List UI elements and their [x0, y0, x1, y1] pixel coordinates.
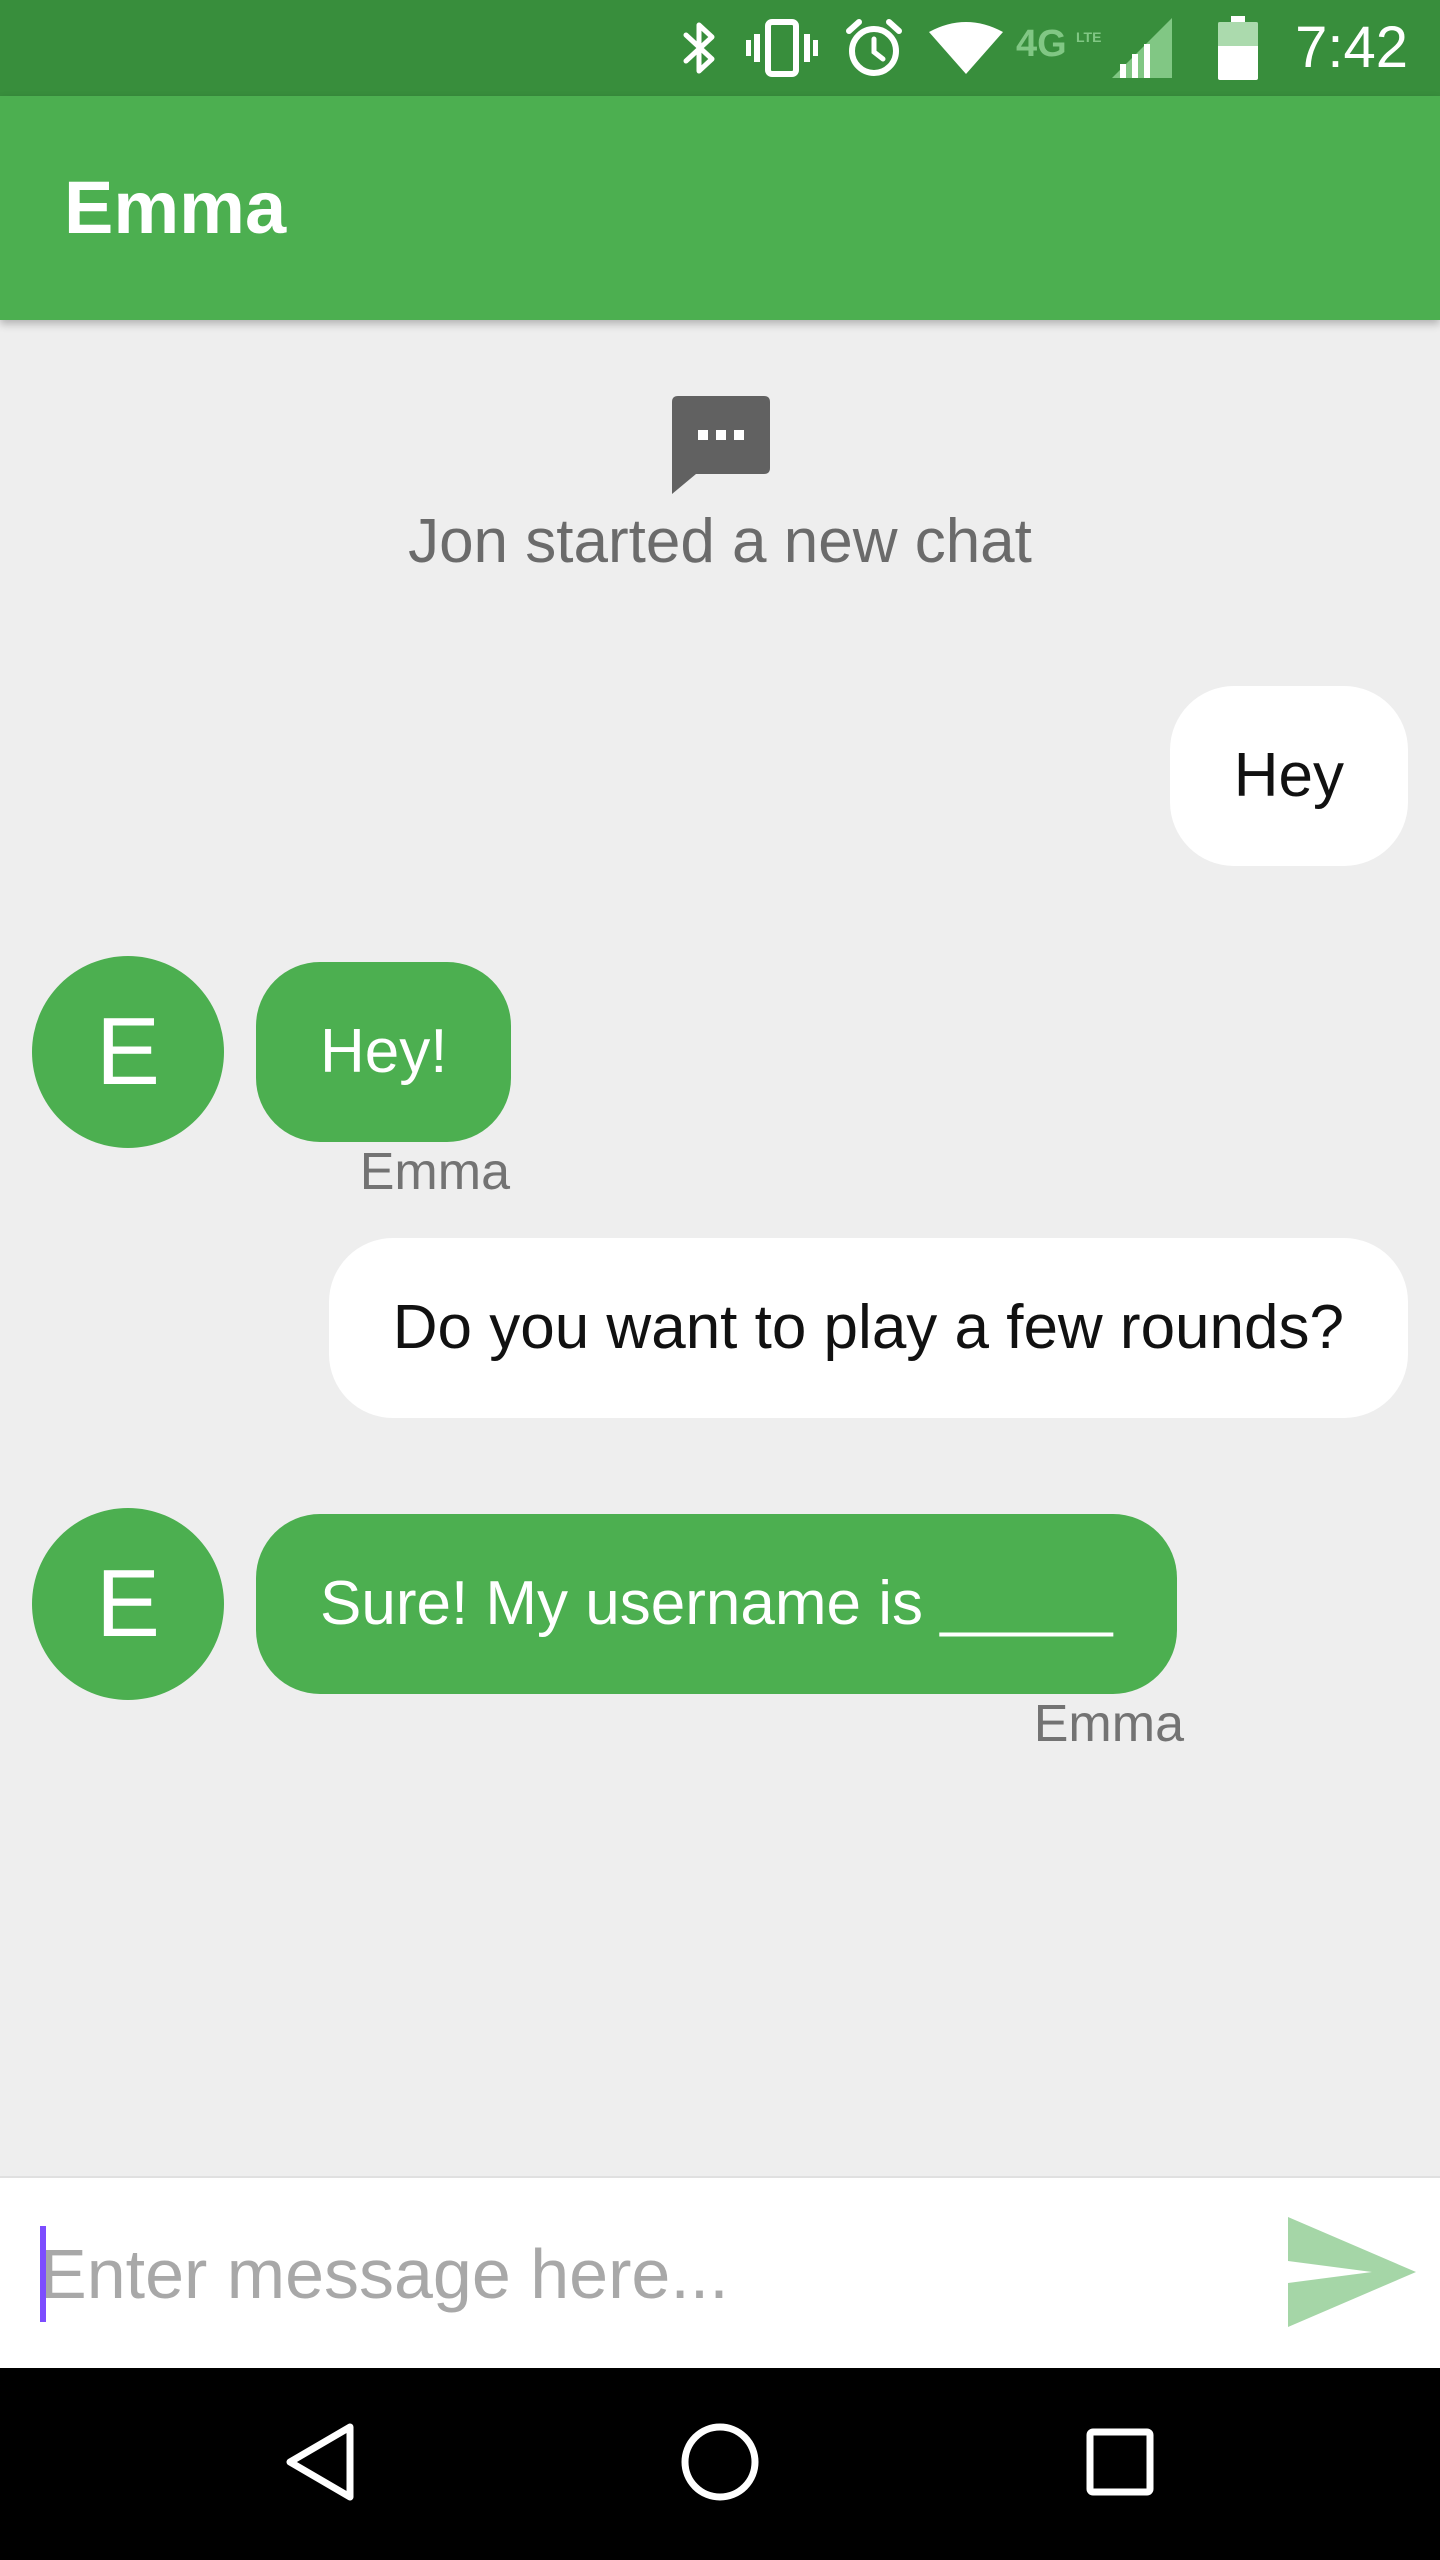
- incoming-message-bubble[interactable]: Hey!: [256, 962, 512, 1142]
- lte-icon: 4G LTE: [1014, 0, 1110, 96]
- app-bar: Emma: [0, 96, 1440, 320]
- navigation-bar: [0, 2368, 1440, 2560]
- system-message-text: Jon started a new chat: [408, 507, 1032, 576]
- send-button[interactable]: [1288, 2210, 1416, 2338]
- incoming-message-bubble[interactable]: Sure! My username is _____: [256, 1514, 1177, 1694]
- battery-icon: [1216, 0, 1260, 96]
- network-label: 4G: [1016, 23, 1067, 65]
- back-button[interactable]: [224, 2368, 416, 2560]
- system-message: Jon started a new chat: [0, 392, 1440, 577]
- status-bar: 4G LTE 7:42: [0, 0, 1440, 96]
- back-icon: [284, 2423, 356, 2506]
- bluetooth-icon: [676, 0, 724, 96]
- outgoing-message-bubble[interactable]: Do you want to play a few rounds?: [328, 1238, 1408, 1418]
- recents-icon: [1086, 2428, 1154, 2501]
- vibrate-icon: [744, 0, 820, 96]
- message-composer: [0, 2176, 1440, 2368]
- sender-name: Emma: [359, 1143, 510, 1201]
- chat-message-list[interactable]: Jon started a new chat Hey E Hey! Emma D…: [0, 320, 1440, 2176]
- outgoing-message-bubble[interactable]: Hey: [1169, 686, 1408, 866]
- sender-name: Emma: [1033, 1695, 1184, 1753]
- cell-signal-icon: [1110, 0, 1174, 96]
- alarm-icon: [842, 0, 906, 96]
- page-title: Emma: [64, 166, 287, 249]
- message-input[interactable]: [40, 2218, 1240, 2330]
- svg-text:LTE: LTE: [1076, 29, 1101, 45]
- avatar[interactable]: E: [32, 1508, 224, 1700]
- avatar[interactable]: E: [32, 956, 224, 1148]
- send-icon: [1288, 2216, 1416, 2332]
- chat-bubble-icon: [668, 392, 772, 496]
- status-time: 7:42: [1295, 15, 1408, 80]
- recents-button[interactable]: [1024, 2368, 1216, 2560]
- wifi-icon: [926, 0, 1006, 96]
- home-button[interactable]: [624, 2368, 816, 2560]
- text-cursor: [40, 2226, 46, 2322]
- home-icon: [680, 2422, 760, 2507]
